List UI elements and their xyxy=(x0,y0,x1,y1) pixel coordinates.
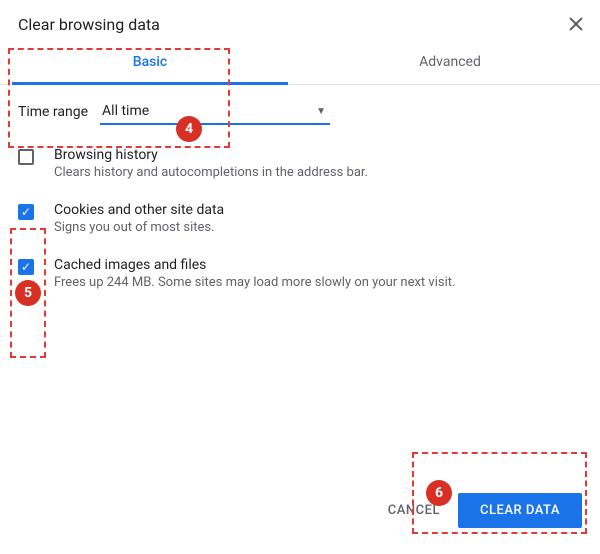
option-text: Browsing history Clears history and auto… xyxy=(54,147,582,180)
option-text: Cookies and other site data Signs you ou… xyxy=(54,202,582,235)
option-title: Cookies and other site data xyxy=(54,202,582,218)
tab-advanced-label: Advanced xyxy=(419,54,481,70)
tab-basic[interactable]: Basic xyxy=(0,40,300,84)
option-text: Cached images and files Frees up 244 MB.… xyxy=(54,257,582,290)
dialog-actions: CANCEL CLEAR DATA xyxy=(388,493,582,528)
checkbox-cached[interactable] xyxy=(18,259,34,275)
time-range-label: Time range xyxy=(18,104,88,120)
dialog-header: Clear browsing data xyxy=(0,0,600,40)
time-range-value: All time xyxy=(102,103,149,119)
time-range-row: Time range All time ▼ xyxy=(0,85,600,135)
option-desc: Frees up 244 MB. Some sites may load mor… xyxy=(54,275,582,290)
tab-advanced[interactable]: Advanced xyxy=(300,40,600,84)
tabs: Basic Advanced xyxy=(0,40,600,85)
time-range-select[interactable]: All time ▼ xyxy=(100,99,330,125)
option-row-browsing-history: Browsing history Clears history and auto… xyxy=(18,147,582,180)
cancel-button[interactable]: CANCEL xyxy=(388,503,440,518)
checkbox-cookies[interactable] xyxy=(18,204,34,220)
tab-basic-label: Basic xyxy=(133,54,167,70)
option-row-cached: Cached images and files Frees up 244 MB.… xyxy=(18,257,582,290)
option-title: Browsing history xyxy=(54,147,582,163)
option-desc: Clears history and autocompletions in th… xyxy=(54,165,582,180)
dialog-title: Clear browsing data xyxy=(18,15,160,34)
option-desc: Signs you out of most sites. xyxy=(54,220,582,235)
option-title: Cached images and files xyxy=(54,257,582,273)
clear-data-button[interactable]: CLEAR DATA xyxy=(458,493,582,528)
options-list: Browsing history Clears history and auto… xyxy=(0,135,600,290)
option-row-cookies: Cookies and other site data Signs you ou… xyxy=(18,202,582,235)
close-icon[interactable] xyxy=(566,14,586,34)
chevron-down-icon: ▼ xyxy=(316,106,326,117)
checkbox-browsing-history[interactable] xyxy=(18,149,34,165)
